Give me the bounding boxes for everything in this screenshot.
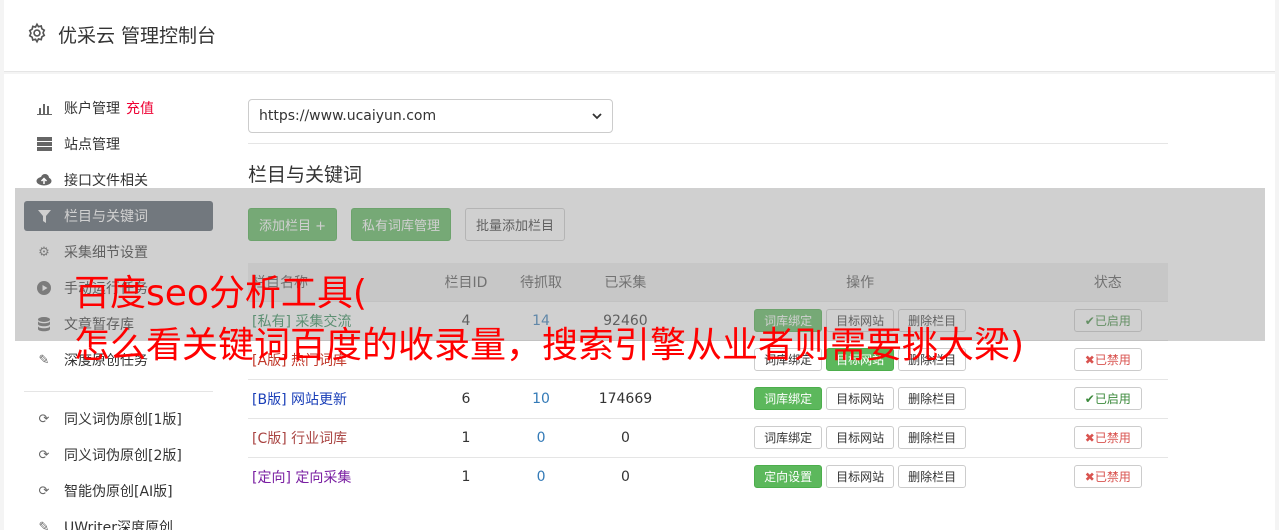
refresh-icon: ⟳ [38, 447, 50, 463]
sidebar-item-ai-original[interactable]: ⟳ 智能伪原创[AI版] [24, 476, 213, 506]
sidebar-item-label: 接口文件相关 [64, 173, 148, 189]
column-name: 定向采集 [295, 469, 352, 486]
table-row: [定向] 定向采集 1 0 0 定向设置 目标网站 删除栏目 ✖已禁用 [248, 456, 1168, 496]
pending-count[interactable]: 0 [503, 417, 579, 457]
sidebar-item-label: UWriter深度原创 [64, 520, 173, 530]
table-row: [B版] 网站更新 6 10 174669 词库绑定 目标网站 删除栏目 ✔已启… [248, 378, 1168, 418]
status-toggle[interactable]: ✖已禁用 [1073, 465, 1142, 489]
sidebar-item-label: 智能伪原创[AI版] [64, 484, 173, 500]
sidebar-item-label: 同义词伪原创[1版] [64, 412, 182, 428]
sidebar-item-label: 同义词伪原创[2版] [64, 448, 182, 464]
directed-settings-button[interactable]: 定向设置 [754, 465, 823, 489]
delete-column-button[interactable]: 删除栏目 [898, 387, 967, 410]
site-select-value: https://www.ucaiyun.com [259, 108, 437, 124]
top-bar: 优采云 管理控制台 [4, 0, 1275, 72]
page-title: 优采云 管理控制台 [58, 25, 217, 47]
column-name: 行业词库 [291, 430, 348, 447]
section-title: 栏目与关键词 [248, 164, 363, 186]
headline-line-1: 百度seo分析工具( [74, 273, 367, 314]
column-id: 6 [428, 378, 504, 418]
pending-count[interactable]: 0 [503, 456, 579, 496]
column-tag: [定向] [252, 469, 291, 486]
collected-count: 174669 [578, 378, 673, 418]
column-tag: [C版] [252, 430, 287, 447]
gear-icon [28, 22, 46, 44]
delete-column-button[interactable]: 删除栏目 [898, 426, 967, 449]
bind-library-button[interactable]: 词库绑定 [754, 426, 823, 449]
column-tag: [B版] [252, 391, 287, 408]
edit-icon: ✎ [38, 519, 50, 530]
table-row: [C版] 行业词库 1 0 0 词库绑定 目标网站 删除栏目 ✖已禁用 [248, 417, 1168, 457]
delete-column-button[interactable]: 删除栏目 [898, 465, 967, 489]
target-site-button[interactable]: 目标网站 [826, 387, 895, 410]
sidebar-item-label: 账户管理 [64, 101, 120, 117]
sidebar-item-uwriter[interactable]: ✎ UWriter深度原创 [24, 512, 213, 530]
site-select[interactable]: https://www.ucaiyun.com [248, 99, 613, 133]
sidebar-item-sites[interactable]: 站点管理 [24, 129, 213, 159]
bind-library-button[interactable]: 词库绑定 [754, 387, 823, 410]
sidebar-item-synonym-v1[interactable]: ⟳ 同义词伪原创[1版] [24, 404, 213, 434]
target-site-button[interactable]: 目标网站 [826, 465, 895, 489]
column-id: 1 [428, 417, 504, 457]
collected-count: 0 [578, 417, 673, 457]
sidebar-item-label: 站点管理 [64, 137, 120, 153]
refresh-icon: ⟳ [38, 411, 50, 427]
collected-count: 0 [578, 456, 673, 496]
column-id: 1 [428, 456, 504, 496]
target-site-button[interactable]: 目标网站 [826, 426, 895, 449]
status-toggle[interactable]: ✔已启用 [1073, 387, 1142, 410]
divider [248, 143, 1168, 144]
sidebar-divider [24, 391, 213, 392]
column-name-cell[interactable]: [C版] 行业词库 [248, 417, 428, 457]
cloud-upload-icon [36, 172, 52, 188]
bar-chart-icon [36, 100, 52, 116]
column-name: 网站更新 [290, 391, 347, 408]
sidebar-item-account[interactable]: 账户管理 充值 [24, 93, 213, 123]
pending-count[interactable]: 10 [503, 378, 579, 418]
sidebar-item-synonym-v2[interactable]: ⟳ 同义词伪原创[2版] [24, 440, 213, 470]
chevron-down-icon [592, 112, 602, 119]
status-toggle[interactable]: ✖已禁用 [1073, 426, 1142, 449]
overlay-headline: 百度seo分析工具( 怎么看关键词百度的收录量，搜索引擎从业者则需要挑大梁) [74, 268, 1274, 372]
recharge-link[interactable]: 充值 [126, 98, 154, 118]
headline-line-2: 怎么看关键词百度的收录量，搜索引擎从业者则需要挑大梁) [74, 325, 1025, 366]
refresh-icon: ⟳ [38, 483, 50, 499]
column-name-cell[interactable]: [B版] 网站更新 [248, 378, 428, 418]
column-name-cell[interactable]: [定向] 定向采集 [248, 456, 428, 496]
edit-icon: ✎ [38, 352, 50, 368]
server-icon [36, 136, 52, 152]
